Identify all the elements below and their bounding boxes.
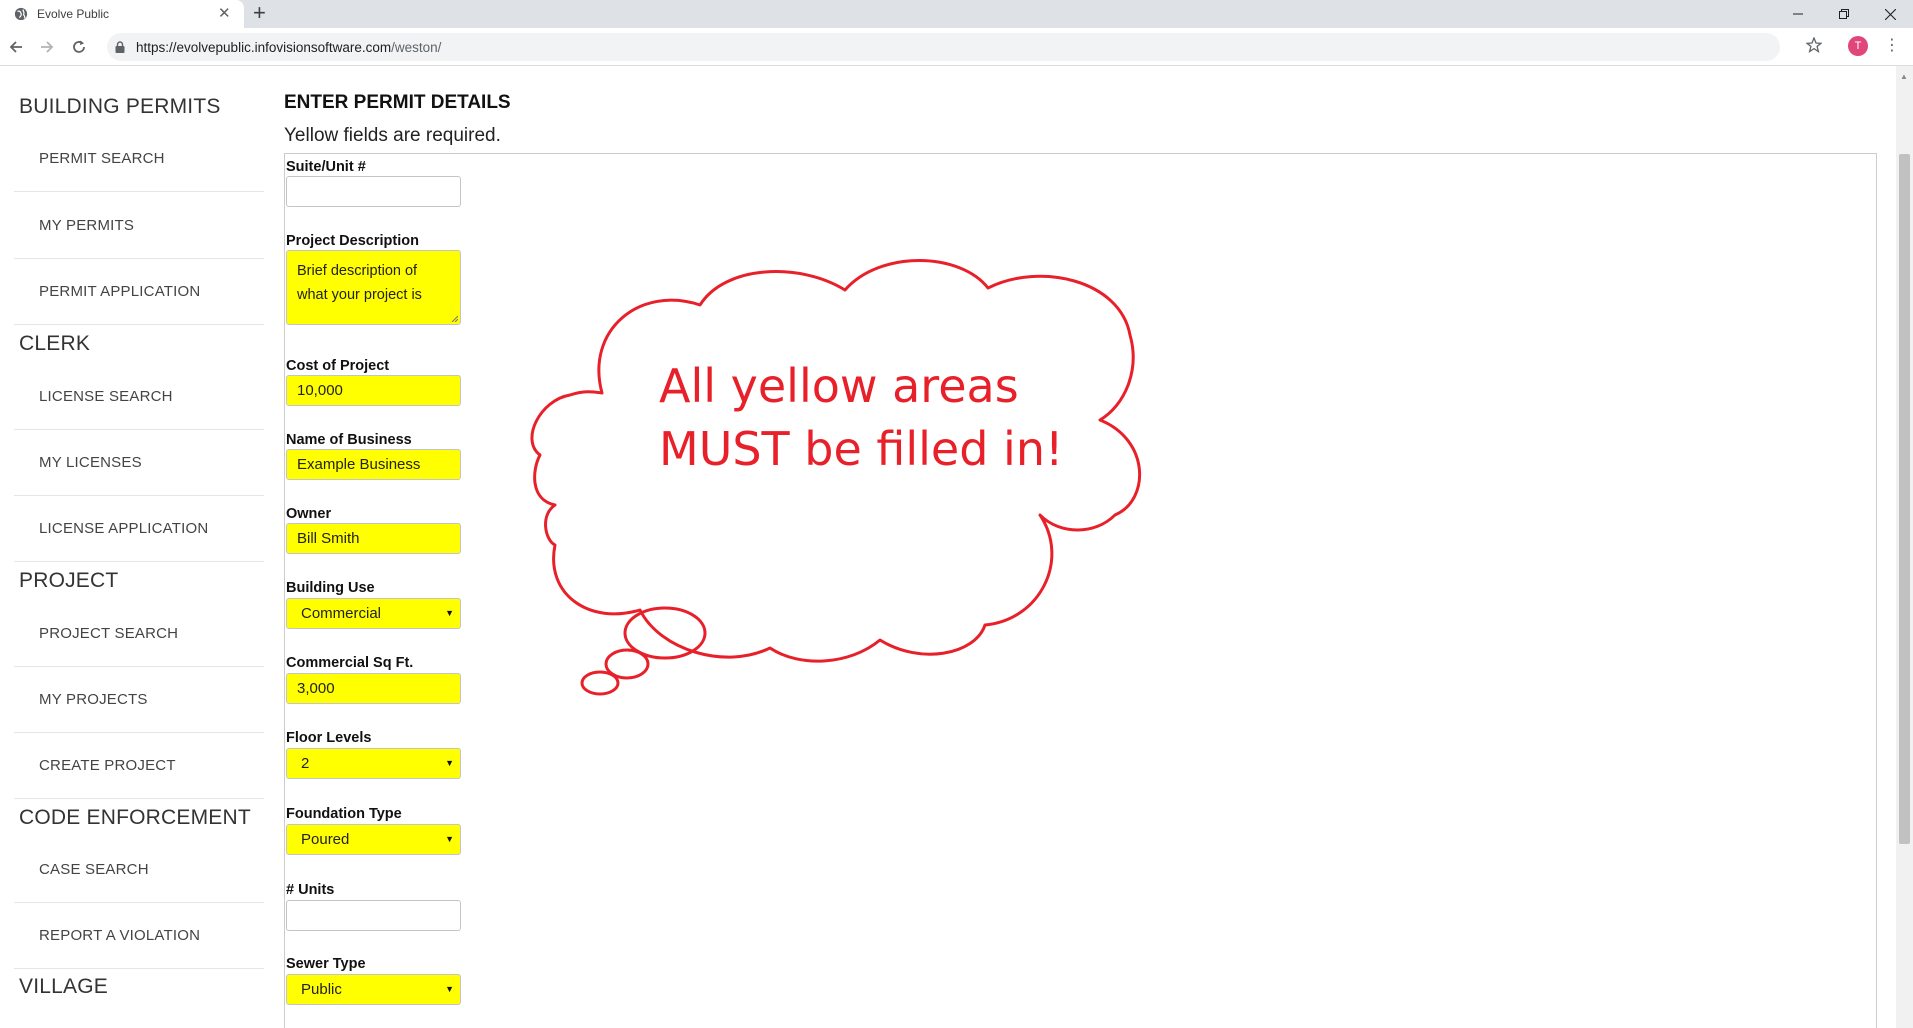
field-label: Owner [286,506,332,522]
section-project: PROJECT [19,569,119,592]
cost-of-project-input[interactable]: 10,000 [286,375,461,406]
minimize-icon [1793,13,1803,15]
select-value: Commercial [301,605,382,622]
sidebar-item-create-project[interactable]: CREATE PROJECT [39,757,176,774]
page-scrollbar[interactable]: ▲ [1896,66,1913,1028]
divider [14,902,264,903]
units-input[interactable] [286,900,461,931]
browser-tab[interactable]: Evolve Public ✕ [0,0,244,28]
close-icon [1884,8,1896,20]
permit-form: Suite/Unit # Project Description Brief d… [284,153,1877,1028]
tab-title: Evolve Public [37,7,110,21]
field-label: Name of Business [286,432,412,448]
divider [14,666,264,667]
divider [14,429,264,430]
field-label: Foundation Type [286,806,402,822]
field-label: # Units [286,882,335,898]
project-description-textarea[interactable]: Brief description of what your project i… [286,250,461,325]
arrow-left-icon [9,41,22,53]
divider [14,561,264,562]
sidebar-item-license-application[interactable]: LICENSE APPLICATION [39,520,208,537]
minimize-button[interactable] [1775,0,1821,28]
sewer-type-select[interactable]: Public ▼ [286,974,461,1005]
floor-levels-select[interactable]: 2 ▼ [286,748,461,779]
select-value: Public [301,981,342,998]
scroll-up-arrow-icon[interactable]: ▲ [1900,72,1908,81]
field-label: Commercial Sq Ft. [286,655,414,671]
bookmark-star-icon[interactable] [1806,37,1822,53]
page-title: ENTER PERMIT DETAILS [284,92,511,113]
section-building-permits: BUILDING PERMITS [19,95,221,118]
restore-button[interactable] [1821,0,1867,28]
commercial-sqft-input[interactable]: 3,000 [286,673,461,704]
close-window-button[interactable] [1867,0,1913,28]
sidebar-item-project-search[interactable]: PROJECT SEARCH [39,625,178,642]
divider [14,258,264,259]
sidebar-item-permit-application[interactable]: PERMIT APPLICATION [39,283,200,300]
divider [14,732,264,733]
divider [14,968,264,969]
page-viewport: BUILDING PERMITS PERMIT SEARCH MY PERMIT… [0,66,1896,1028]
divider [14,324,264,325]
field-label: Floor Levels [286,730,372,746]
field-label: Suite/Unit # [286,159,366,175]
reload-icon [73,40,85,53]
field-label: Sewer Type [286,956,366,972]
annotation-line-1: All yellow areas [659,359,1019,413]
new-tab-button[interactable]: + [253,1,266,25]
caret-down-icon: ▼ [445,608,454,618]
field-label: Project Description [286,233,419,249]
tab-strip: Evolve Public ✕ + [0,0,1913,28]
sidebar-item-my-licenses[interactable]: MY LICENSES [39,454,142,471]
business-name-input[interactable]: Example Business [286,449,461,480]
building-use-select[interactable]: Commercial ▼ [286,598,461,629]
address-bar[interactable]: https://evolvepublic.infovisionsoftware.… [107,33,1780,61]
select-value: 2 [301,755,310,772]
url-text: https://evolvepublic.infovisionsoftware.… [136,40,442,55]
scroll-thumb[interactable] [1899,154,1910,844]
arrow-right-icon [41,41,54,53]
forward-button[interactable] [36,36,58,58]
divider [14,495,264,496]
caret-down-icon: ▼ [445,758,454,768]
sidebar-item-my-projects[interactable]: MY PROJECTS [39,691,148,708]
lock-icon [115,41,125,53]
field-label: Building Use [286,580,375,596]
field-label: Cost of Project [286,358,390,374]
sidebar-item-permit-search[interactable]: PERMIT SEARCH [39,150,165,167]
suite-unit-input[interactable] [286,176,461,207]
profile-avatar[interactable]: T [1848,36,1868,56]
divider [14,798,264,799]
section-village: VILLAGE [19,975,108,998]
sidebar-item-report-a-violation[interactable]: REPORT A VIOLATION [39,927,200,944]
annotation-line-2: MUST be filled in! [659,422,1064,476]
resize-grip-icon[interactable] [451,315,458,322]
select-value: Poured [301,831,350,848]
textarea-line: what your project is [297,287,422,303]
divider [14,191,264,192]
section-clerk: CLERK [19,332,91,355]
foundation-type-select[interactable]: Poured ▼ [286,824,461,855]
caret-down-icon: ▼ [445,834,454,844]
browser-toolbar: https://evolvepublic.infovisionsoftware.… [0,28,1913,66]
back-button[interactable] [5,36,27,58]
globe-icon [14,7,28,21]
page-subtitle: Yellow fields are required. [284,125,501,146]
sidebar-item-case-search[interactable]: CASE SEARCH [39,861,149,878]
caret-down-icon: ▼ [445,984,454,994]
sidebar-item-my-permits[interactable]: MY PERMITS [39,217,134,234]
textarea-line: Brief description of [297,263,418,279]
restore-icon [1839,9,1849,19]
kebab-menu-icon[interactable]: ⋮ [1884,36,1900,56]
annotation-text: All yellow areas MUST be filled in! [659,355,1063,481]
sidebar-item-license-search[interactable]: LICENSE SEARCH [39,388,173,405]
owner-input[interactable]: Bill Smith [286,523,461,554]
reload-button[interactable] [68,36,90,58]
tab-close-icon[interactable]: ✕ [218,5,231,23]
section-code-enforcement: CODE ENFORCEMENT [19,806,251,829]
textarea-text: Brief description of what your project i… [297,259,422,307]
